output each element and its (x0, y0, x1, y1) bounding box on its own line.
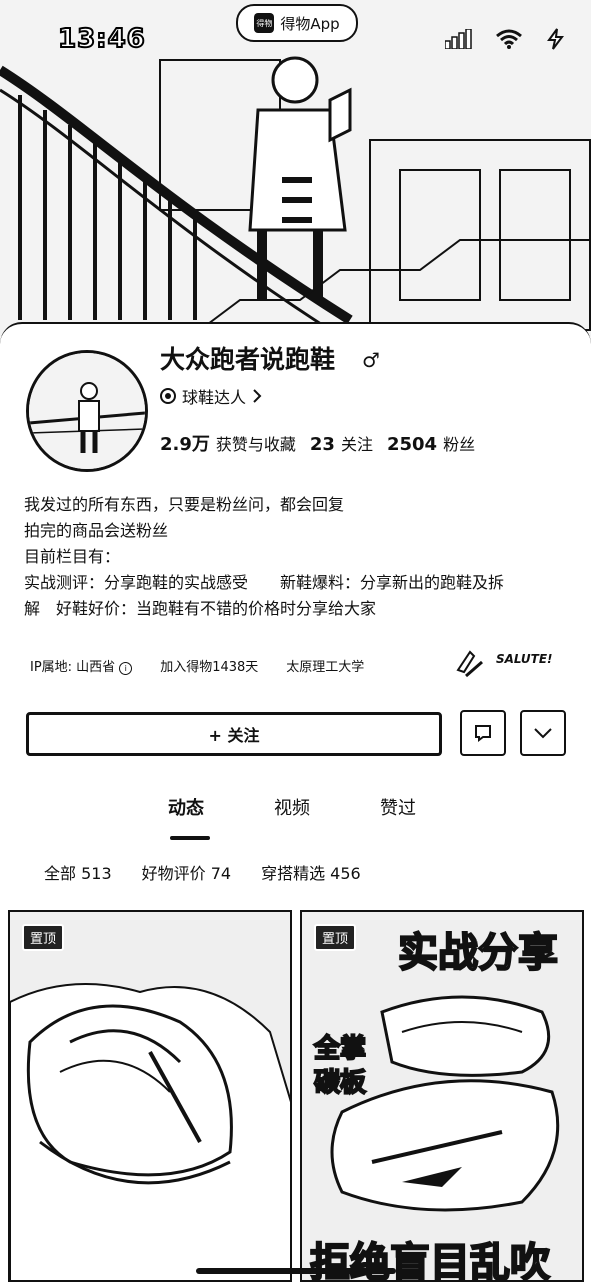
active-tab-indicator (170, 836, 210, 840)
salute-badge[interactable]: SALUTE! (452, 642, 562, 682)
post-filters: 全部 513 好物评价 74 穿搭精选 456 (44, 860, 361, 884)
likes-count[interactable]: 2.9万 (160, 430, 210, 456)
bio-line: 我发过的所有东西，只要是粉丝问，都会回复 (24, 495, 345, 514)
salute-text: SALUTE! (496, 652, 553, 666)
post-image (10, 912, 290, 1280)
male-gender-icon: ♂ (362, 348, 380, 372)
follow-button[interactable]: + 关注 (26, 712, 442, 756)
filter-reviews[interactable]: 好物评价 74 (142, 860, 231, 884)
join-duration: 加入得物1438天 (160, 660, 259, 675)
salute-hand-icon (456, 650, 483, 678)
following-label: 关注 (340, 435, 373, 454)
school: 太原理工大学 (286, 660, 365, 675)
avatar[interactable] (26, 350, 148, 472)
post-card[interactable]: 置顶 (8, 910, 292, 1282)
clock: 13:46 (57, 23, 146, 55)
app-logo-icon: 得物 (254, 13, 275, 33)
post-title-bottom: 拒绝盲目乱吹 (309, 1239, 551, 1282)
badge-label: 球鞋达人 (182, 388, 247, 407)
content-tabs: 动态 视频 赞过 (0, 790, 591, 850)
more-options-button[interactable] (520, 710, 566, 756)
post-side-text: 全掌 (313, 1033, 367, 1065)
tab-videos[interactable]: 视频 (274, 794, 310, 820)
likes-label: 获赞与收藏 (215, 435, 296, 454)
post-title-top: 实战分享 (397, 929, 559, 977)
pinned-badge: 置顶 (22, 924, 65, 951)
bio-line: 解 好鞋好价：当跑鞋有不错的价格时分享给大家 (24, 599, 377, 618)
post-side-text: 碳板 (313, 1067, 367, 1099)
nickname: 大众跑者说跑鞋 (160, 345, 336, 374)
home-indicator (196, 1268, 396, 1274)
post-card[interactable]: 置顶 实战分享 全掌 碳板 拒绝盲目乱吹 (300, 910, 584, 1282)
profile-meta: IP属地: 山西省 i 加入得物1438天 太原理工大学 (30, 656, 364, 675)
bio: 我发过的所有东西，只要是粉丝问，都会回复 拍完的商品会送粉丝 目前栏目有： 实战… (24, 492, 572, 622)
bio-line: 拍完的商品会送粉丝 (24, 521, 169, 540)
bio-line: 目前栏目有： (24, 547, 121, 566)
filter-all[interactable]: 全部 513 (44, 860, 112, 884)
battery-charging-icon (547, 28, 564, 50)
app-source-pill[interactable]: 得物 得物App (236, 4, 358, 42)
profile-card: 大众跑者说跑鞋 ♂ 球鞋达人 2.9万 获赞与收藏 23 关注 2504 粉丝 … (0, 322, 591, 1282)
app-name: 得物App (280, 14, 340, 33)
tab-liked[interactable]: 赞过 (380, 794, 416, 820)
profile-stats: 2.9万 获赞与收藏 23 关注 2504 粉丝 (160, 430, 489, 456)
chevron-right-icon (253, 389, 262, 403)
message-button[interactable] (460, 710, 506, 756)
following-count[interactable]: 23 (310, 434, 335, 455)
tab-posts[interactable]: 动态 (168, 794, 204, 820)
status-bar: 13:46 得物 得物App (0, 0, 591, 80)
wifi-icon (496, 29, 522, 49)
info-icon[interactable]: i (119, 662, 133, 675)
expert-badge[interactable]: 球鞋达人 (160, 384, 262, 408)
badge-icon (160, 388, 176, 404)
pinned-badge: 置顶 (314, 924, 357, 951)
ip-location-text: IP属地: 山西省 (30, 660, 116, 675)
filter-outfits[interactable]: 穿搭精选 456 (261, 860, 361, 884)
chevron-down-icon (534, 728, 552, 739)
followers-label: 粉丝 (443, 435, 476, 454)
bio-line: 实战测评：分享跑鞋的实战感受 新鞋爆料：分享新出的跑鞋及拆 (24, 573, 505, 592)
message-icon (475, 725, 491, 742)
followers-count[interactable]: 2504 (387, 434, 437, 455)
ip-location[interactable]: IP属地: 山西省 i (30, 656, 133, 675)
signal-icon (445, 29, 472, 49)
